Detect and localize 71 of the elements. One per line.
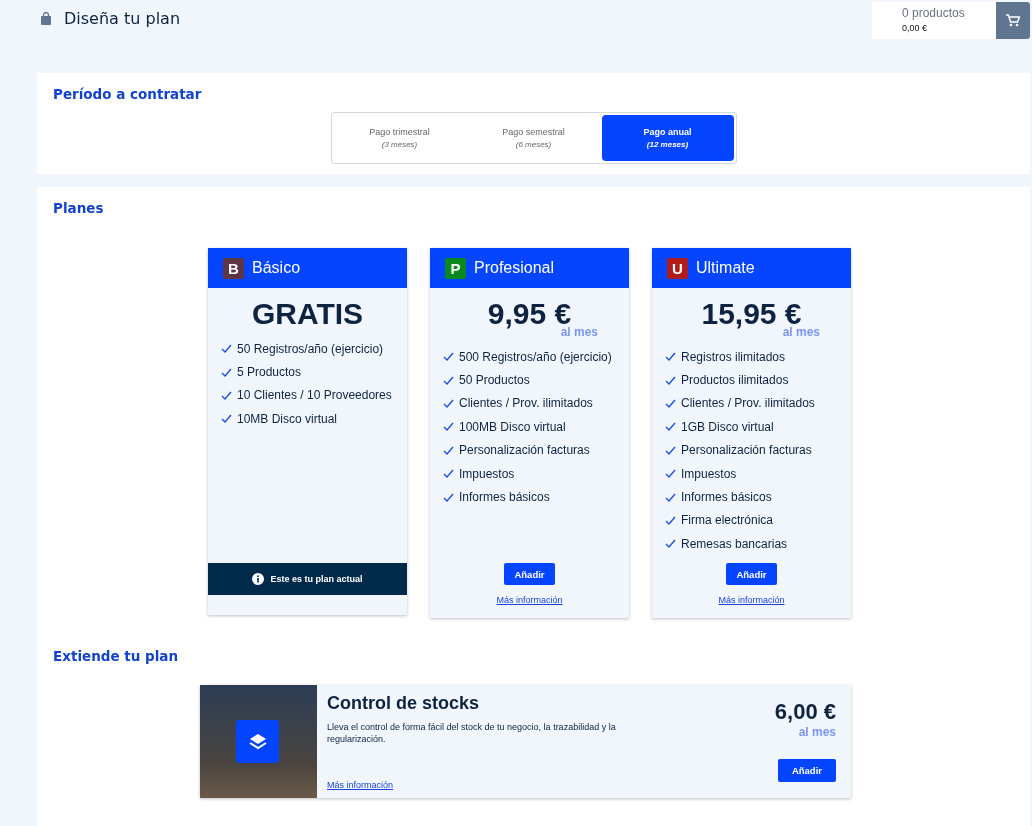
cart-count: 0 productos <box>902 6 966 20</box>
check-icon <box>221 414 232 424</box>
extension-price: 6,00 € <box>774 699 836 725</box>
more-info-link[interactable]: Más información <box>327 780 750 790</box>
page-title: Diseña tu plan <box>64 9 181 28</box>
plan-feature: Productos ilimitados <box>681 373 789 388</box>
more-info-link[interactable]: Más información <box>718 595 785 605</box>
section-title: Período a contratar <box>52 85 203 102</box>
plan-feature: Firma electrónica <box>681 513 774 528</box>
plan-feature: Clientes / Prov. ilimitados <box>459 396 593 411</box>
plan-letter-badge: P <box>445 257 466 279</box>
section-title: Extiende tu plan <box>52 647 180 664</box>
check-icon <box>221 367 232 377</box>
cart-icon <box>1006 14 1020 27</box>
plan-feature: 1GB Disco virtual <box>681 419 774 434</box>
plan-name: Ultimate <box>696 259 755 277</box>
layers-icon <box>236 720 279 763</box>
plan-feature: 10 Clientes / 10 Proveedores <box>237 388 392 403</box>
add-button[interactable]: Añadir <box>726 563 777 585</box>
plan-price: GRATIS <box>250 297 365 331</box>
check-icon <box>443 422 454 432</box>
plan-name: Profesional <box>474 259 555 277</box>
check-icon <box>665 445 676 455</box>
check-icon <box>443 398 454 408</box>
plan-feature: Personalización facturas <box>459 443 590 458</box>
period-option[interactable]: Pago anual (12 meses) <box>601 115 734 161</box>
check-icon <box>665 539 676 549</box>
check-icon <box>443 352 454 362</box>
plan-feature: 10MB Disco virtual <box>237 411 338 426</box>
cart-total: 0,00 € <box>902 23 929 33</box>
add-button[interactable]: Añadir <box>777 759 836 782</box>
more-info-link[interactable]: Más información <box>496 595 563 605</box>
info-icon <box>252 573 265 585</box>
period-option[interactable]: Pago semestral (6 meses) <box>467 115 600 161</box>
check-icon <box>665 398 676 408</box>
period-option[interactable]: Pago trimestral (3 meses) <box>333 115 466 161</box>
plan-feature: Informes básicos <box>681 490 772 505</box>
plan-letter-badge: U <box>667 257 688 279</box>
plan-feature: Impuestos <box>459 466 515 481</box>
check-icon <box>443 375 454 385</box>
check-icon <box>443 492 454 502</box>
plan-feature: 100MB Disco virtual <box>459 419 566 434</box>
plan-feature: Registros ilimitados <box>681 349 786 364</box>
plan-letter-badge: B <box>223 257 244 279</box>
plan-feature: Impuestos <box>681 466 737 481</box>
extension-description: Lleva el control de forma fácil del stock de tu negocio, la trazabilidad y la regularización. <box>327 721 617 745</box>
check-icon <box>443 469 454 479</box>
check-icon <box>443 445 454 455</box>
plan-feature: 50 Productos <box>459 373 530 388</box>
plan-name: Básico <box>252 259 301 277</box>
plan-feature: Remesas bancarias <box>681 536 788 551</box>
current-plan-text: Este es tu plan actual <box>270 574 363 584</box>
check-icon <box>665 492 676 502</box>
plan-feature: 500 Registros/año (ejercicio) <box>459 349 612 364</box>
check-icon <box>221 344 232 354</box>
plan-feature: 50 Registros/año (ejercicio) <box>237 341 384 356</box>
plan-feature: Personalización facturas <box>681 443 812 458</box>
plan-feature: Clientes / Prov. ilimitados <box>681 396 815 411</box>
section-title: Planes <box>52 199 105 216</box>
check-icon <box>665 422 676 432</box>
check-icon <box>665 352 676 362</box>
check-icon <box>221 390 232 400</box>
plan-feature: Informes básicos <box>459 490 550 505</box>
extension-title: Control de stocks <box>327 693 481 714</box>
add-button[interactable]: Añadir <box>504 563 555 585</box>
check-icon <box>665 469 676 479</box>
price-period: al mes <box>798 725 836 739</box>
check-icon <box>665 515 676 525</box>
cart-button[interactable] <box>996 2 1030 39</box>
check-icon <box>665 375 676 385</box>
plan-feature: 5 Productos <box>237 365 302 380</box>
